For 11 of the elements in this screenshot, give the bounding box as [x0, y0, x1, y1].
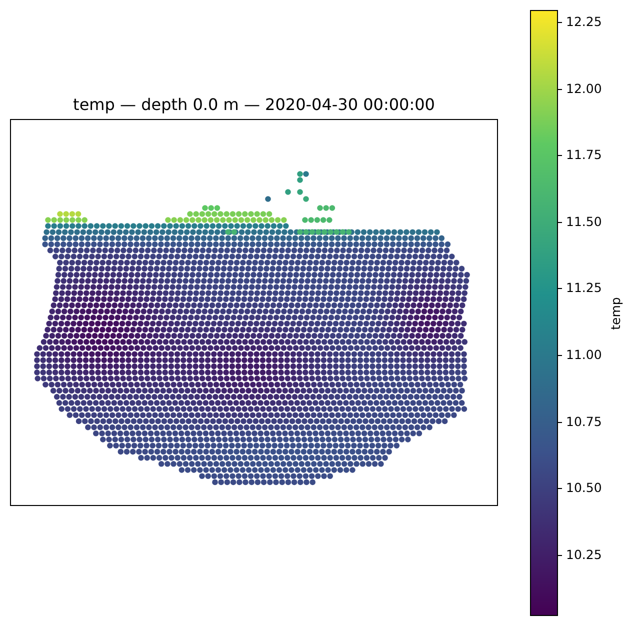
colorbar-tick-label: 11.50 — [566, 214, 602, 230]
colorbar-tick-label: 10.50 — [566, 480, 602, 496]
plot-title: temp — depth 0.0 m — 2020-04-30 00:00:00 — [72, 94, 436, 116]
colorbar-tick-label: 11.00 — [566, 346, 602, 363]
colorbar-tick-label: 10.75 — [566, 414, 602, 430]
colorbar-tick-label: 12.25 — [566, 14, 602, 30]
colorbar-tick-label: 12.00 — [566, 80, 602, 97]
colorbar-tick-label: 10.25 — [566, 546, 602, 563]
colorbar-tick-label: 11.25 — [566, 280, 602, 296]
colorbar-tick-label: 11.75 — [566, 147, 602, 164]
colorbar-label: temp — [608, 296, 624, 330]
